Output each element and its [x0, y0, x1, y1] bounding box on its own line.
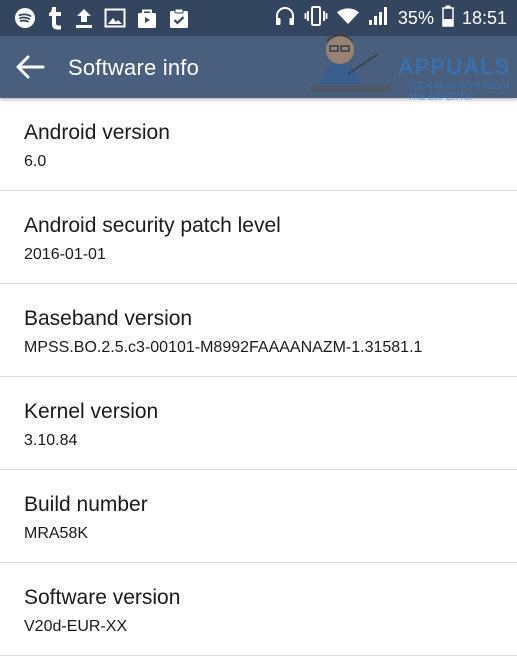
bag-icon	[136, 7, 158, 29]
item-value: 2016-01-01	[24, 246, 106, 263]
list-item-build-number[interactable]: Build number MRA58K	[0, 470, 517, 563]
arrow-back-icon	[16, 55, 45, 79]
list-item-software-version[interactable]: Software version V20d-EUR-XX	[0, 563, 517, 656]
item-title: Android version	[24, 121, 170, 144]
item-value: MRA58K	[24, 525, 89, 542]
notification-icons	[14, 6, 190, 30]
upload-icon	[74, 7, 94, 29]
item-title: Software version	[24, 586, 181, 609]
page-title: Software info	[68, 55, 200, 80]
back-button[interactable]	[12, 50, 48, 84]
tumblr-icon	[46, 6, 64, 30]
item-title: Android security patch level	[24, 214, 281, 237]
clipboard-check-icon	[168, 7, 190, 29]
list-item-android-version[interactable]: Android version 6.0	[0, 98, 517, 191]
software-info-list: Android version 6.0 Android security pat…	[0, 98, 517, 656]
watermark-tagline: TECH HOW-TO'S FROM	[408, 81, 509, 91]
item-value: 6.0	[24, 153, 47, 170]
image-icon	[104, 7, 126, 29]
item-title: Build number	[24, 493, 148, 516]
list-item-security-patch[interactable]: Android security patch level 2016-01-01	[0, 191, 517, 284]
headphones-icon	[274, 5, 296, 32]
item-value: V20d-EUR-XX	[24, 618, 128, 635]
item-title: Baseband version	[24, 307, 193, 330]
item-title: Kernel version	[24, 400, 159, 423]
item-value: MPSS.BO.2.5.c3-00101-M8992FAAAANAZM-1.31…	[24, 339, 423, 356]
spotify-icon	[14, 7, 36, 29]
watermark-brand: APPUALS	[398, 54, 511, 79]
list-item-baseband-version[interactable]: Baseband version MPSS.BO.2.5.c3-00101-M8…	[0, 284, 517, 377]
list-item-kernel-version[interactable]: Kernel version 3.10.84	[0, 377, 517, 470]
item-value: 3.10.84	[24, 432, 78, 449]
